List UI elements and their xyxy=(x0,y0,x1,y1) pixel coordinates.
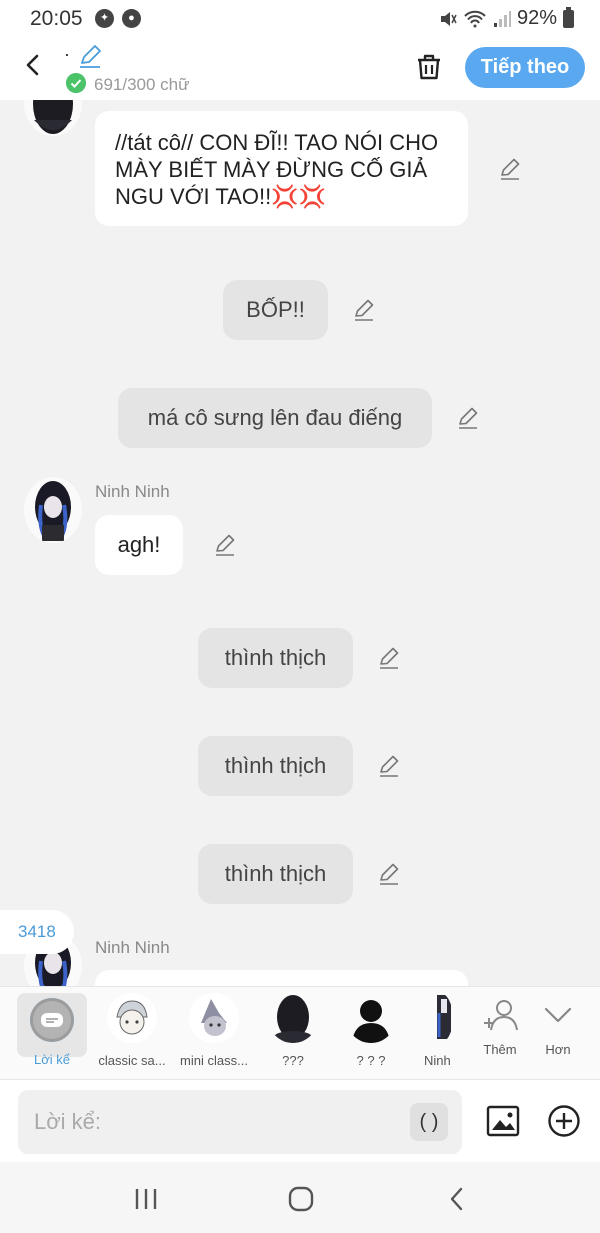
back-icon[interactable] xyxy=(18,50,48,80)
mute-icon xyxy=(440,11,457,26)
character-classic[interactable]: classic sa... xyxy=(96,993,168,1068)
battery-icon xyxy=(563,6,574,28)
message-bubble[interactable]: //tát cô// CON ĐĨ!! TAO NÓI CHO MÀY BIẾT… xyxy=(95,111,468,226)
more-characters-button[interactable]: Hơn xyxy=(536,997,580,1057)
message-bubble[interactable] xyxy=(95,970,468,986)
message-input[interactable] xyxy=(34,1106,394,1138)
story-header: · 691/300 chữ Tiếp theo xyxy=(0,38,600,100)
character-unknown-2[interactable]: ? ? ? xyxy=(344,993,398,1068)
system-nav-bar xyxy=(0,1162,600,1233)
narration-bubble[interactable]: thình thịch xyxy=(198,736,353,796)
next-button[interactable]: Tiếp theo xyxy=(465,47,585,88)
message-text: thình thịch xyxy=(224,861,327,886)
battery-percent: 92% xyxy=(516,7,557,29)
character-label: mini class... xyxy=(180,1053,248,1068)
character-avatar xyxy=(268,993,318,1043)
character-avatar xyxy=(189,993,239,1043)
character-name: Ninh Ninh xyxy=(95,938,170,957)
narration-bubble[interactable]: má cô sưng lên đau điếng xyxy=(118,388,432,448)
more-characters-label: Hơn xyxy=(545,1042,571,1057)
add-icon[interactable] xyxy=(547,1104,581,1138)
character-bar: Lời kể classic sa... mini class... ??? ?… xyxy=(0,986,600,1080)
message-text: thình thịch xyxy=(224,645,327,670)
status-time: 20:05 xyxy=(30,7,83,30)
trash-icon[interactable] xyxy=(414,52,444,82)
narration-bubble[interactable]: thình thịch xyxy=(198,844,353,904)
message-bubble[interactable]: agh! xyxy=(95,515,183,575)
message-text: má cô sưng lên đau điếng xyxy=(147,405,403,430)
character-ninh[interactable]: Ninh xyxy=(424,993,456,1068)
edit-icon[interactable] xyxy=(377,646,401,670)
count-badge[interactable]: 3418 xyxy=(0,910,74,954)
home-icon[interactable] xyxy=(286,1184,316,1214)
chevron-down-icon xyxy=(544,1007,572,1023)
input-bar: ( ) xyxy=(0,1080,600,1162)
edit-icon[interactable] xyxy=(213,533,237,557)
character-avatar xyxy=(346,993,396,1043)
edit-icon[interactable] xyxy=(377,754,401,778)
character-unknown-1[interactable]: ??? xyxy=(266,993,320,1068)
character-narrator[interactable]: Lời kể xyxy=(17,993,87,1067)
message-input-box: ( ) xyxy=(18,1090,462,1154)
add-user-icon xyxy=(484,1000,518,1031)
character-label: Lời kể xyxy=(34,1052,70,1067)
message-text: BỐP!! xyxy=(246,297,305,322)
character-avatar xyxy=(427,993,453,1043)
character-label: ??? xyxy=(282,1053,304,1068)
edit-icon[interactable] xyxy=(498,157,522,181)
narration-icon xyxy=(30,998,74,1042)
wifi-icon xyxy=(464,10,486,27)
message-text: thình thịch xyxy=(224,753,327,778)
narration-bubble[interactable]: thình thịch xyxy=(198,628,353,688)
edit-icon[interactable] xyxy=(352,298,376,322)
edit-icon[interactable] xyxy=(377,862,401,886)
avatar[interactable] xyxy=(24,477,82,543)
check-icon xyxy=(66,73,86,93)
edit-icon[interactable] xyxy=(456,406,480,430)
image-icon[interactable] xyxy=(486,1104,520,1138)
message-text: //tát cô// CON ĐĨ!! TAO NÓI CHO MÀY BIẾT… xyxy=(115,130,439,209)
character-label: ? ? ? xyxy=(356,1053,386,1068)
word-count: 691/300 chữ xyxy=(94,75,190,94)
signal-icon xyxy=(493,10,511,27)
character-label: Ninh xyxy=(424,1053,451,1068)
story-title: · xyxy=(64,44,70,64)
message-text: agh! xyxy=(117,532,161,557)
avatar[interactable] xyxy=(24,100,82,136)
add-character-label: Thêm xyxy=(483,1042,517,1057)
character-mini-classic[interactable]: mini class... xyxy=(176,993,252,1068)
messenger-icon: ✦ xyxy=(95,9,114,28)
account-icon: ● xyxy=(122,9,141,28)
character-label: classic sa... xyxy=(98,1053,166,1068)
status-bar: 20:05 ✦ ● 92% xyxy=(0,0,600,38)
edit-title-icon[interactable] xyxy=(78,44,102,68)
back-nav-icon[interactable] xyxy=(442,1184,472,1214)
character-avatar xyxy=(107,993,157,1043)
add-character-button[interactable]: Thêm xyxy=(472,997,528,1057)
recent-apps-icon[interactable] xyxy=(131,1184,161,1214)
chat-area[interactable]: //tát cô// CON ĐĨ!! TAO NÓI CHO MÀY BIẾT… xyxy=(0,100,600,986)
parenthesis-button[interactable]: ( ) xyxy=(410,1103,448,1141)
character-name: Ninh Ninh xyxy=(95,482,170,501)
narration-bubble[interactable]: BỐP!! xyxy=(223,280,328,340)
